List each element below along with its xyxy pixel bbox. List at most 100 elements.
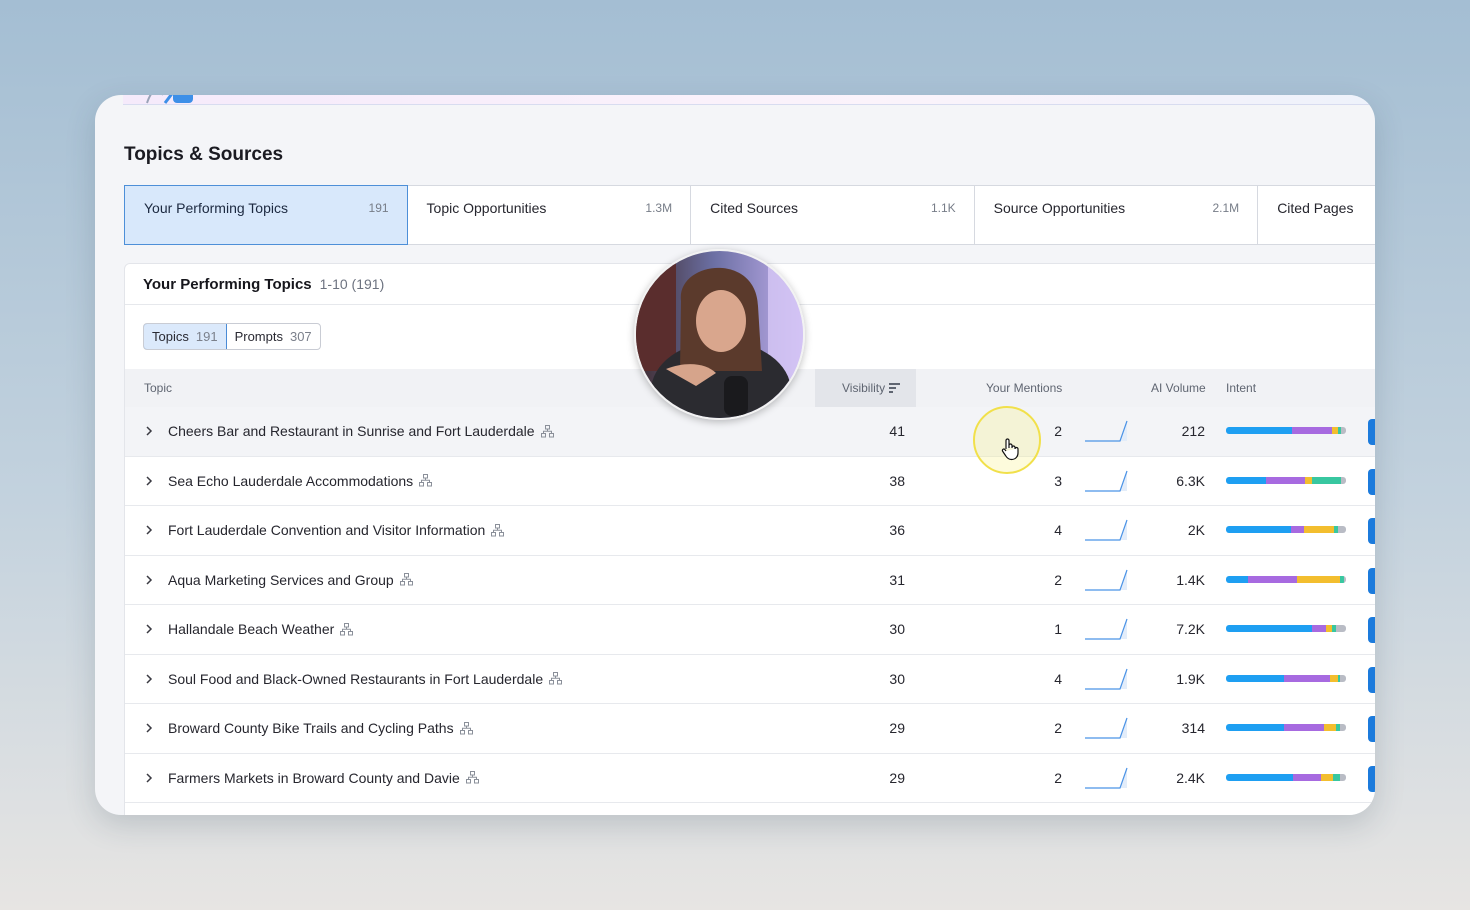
row-action-button[interactable]	[1368, 716, 1375, 742]
chevron-right-icon[interactable]	[144, 523, 154, 537]
topic-cell: Sea Echo Lauderdale Accommodations	[168, 473, 433, 489]
table-row[interactable]: Broward County Bike Trails and Cycling P…	[125, 704, 1375, 754]
column-your-mentions[interactable]: Your Mentions	[986, 381, 1062, 395]
intent-segment-other	[1337, 526, 1346, 533]
column-topic[interactable]: Topic	[144, 381, 172, 395]
main-card: Topics & Sources Your Performing Topics …	[95, 95, 1375, 815]
intent-segment-other	[1339, 773, 1346, 781]
column-visibility[interactable]: Visibility	[842, 381, 901, 395]
subtopic-tree-icon[interactable]	[491, 523, 505, 537]
intent-segment-informational	[1226, 526, 1291, 533]
row-action-button[interactable]	[1368, 419, 1375, 445]
intent-segment-other	[1343, 575, 1346, 583]
chevron-right-icon[interactable]	[144, 672, 154, 686]
intent-bar	[1226, 674, 1346, 682]
subtopic-tree-icon[interactable]	[465, 771, 479, 784]
intent-segment-navigational	[1247, 575, 1297, 583]
topic-name[interactable]: Aqua Marketing Services and Group	[168, 572, 394, 588]
column-visibility-label: Visibility	[842, 381, 886, 395]
topics-toggle[interactable]: Topics 191	[143, 324, 227, 349]
table-row[interactable]: Sea Echo Lauderdale Accommodations 38 3 …	[125, 457, 1375, 506]
visibility-value: 30	[889, 670, 905, 687]
intent-segment-navigational	[1312, 625, 1326, 632]
intent-segment-informational	[1226, 427, 1292, 434]
ai-volume-value: 7.2K	[1176, 621, 1205, 637]
row-action-button[interactable]	[1368, 468, 1375, 495]
chevron-right-icon[interactable]	[144, 573, 154, 587]
chevron-right-icon[interactable]	[144, 771, 154, 785]
tab-count: 2.1M	[1212, 201, 1240, 215]
subtopic-tree-icon[interactable]	[399, 573, 413, 586]
header-strip	[123, 95, 1375, 105]
topic-name[interactable]: Hallandale Beach Weather	[168, 621, 334, 637]
intent-bar	[1226, 526, 1346, 533]
topic-name[interactable]: Farmers Markets in Broward County and Da…	[168, 770, 460, 786]
chevron-right-icon[interactable]	[144, 424, 154, 438]
result-range: 1-10 (191)	[319, 276, 385, 292]
topic-name[interactable]: Fort Lauderdale Convention and Visitor I…	[168, 522, 485, 538]
prompts-toggle[interactable]: Prompts 307	[227, 324, 320, 349]
subtopic-tree-icon[interactable]	[340, 622, 354, 636]
ai-volume-value: 6.3K	[1176, 472, 1205, 489]
sort-icon	[889, 383, 901, 393]
intent-bar	[1226, 575, 1346, 583]
ai-volume-value: 1.9K	[1176, 670, 1205, 687]
subtopic-tree-icon[interactable]	[540, 424, 554, 438]
chevron-right-icon[interactable]	[144, 721, 154, 735]
intent-segment-informational	[1226, 625, 1313, 632]
chevron-right-icon[interactable]	[144, 622, 154, 636]
table-row[interactable]: Farmers Markets in Broward County and Da…	[125, 754, 1375, 803]
tab-count: 1.1K	[930, 201, 956, 215]
intent-bar	[1226, 625, 1346, 632]
table-row[interactable]: Aqua Marketing Services and Group 31 2 1…	[125, 556, 1375, 605]
toggle-label: Prompts	[234, 329, 283, 344]
ai-volume-value: 1.4K	[1176, 571, 1205, 588]
column-ai-volume[interactable]: AI Volume	[1151, 381, 1206, 395]
row-action-button[interactable]	[1368, 666, 1375, 693]
tab-label: Topic Opportunities	[426, 200, 547, 216]
toggle-count: 307	[289, 329, 312, 344]
visibility-value: 31	[889, 571, 905, 588]
mentions-value: 2	[1054, 720, 1062, 736]
intent-segment-other	[1341, 476, 1346, 484]
presenter-video-icon	[636, 251, 803, 418]
tab-your-performing-topics[interactable]: Your Performing Topics 191	[124, 185, 408, 245]
table-row[interactable]: Soul Food and Black-Owned Restaurants in…	[125, 655, 1375, 704]
tab-topic-opportunities[interactable]: Topic Opportunities 1.3M	[407, 185, 692, 245]
tab-bar: Your Performing Topics 191 Topic Opportu…	[124, 185, 1375, 245]
webcam-overlay	[634, 249, 805, 420]
intent-segment-commercial	[1320, 773, 1333, 781]
toggle-label: Topics	[152, 329, 189, 344]
table-row[interactable]: Hallandale Beach Weather 30 1 7.2K	[125, 605, 1375, 655]
intent-segment-informational	[1226, 575, 1248, 583]
subtopic-tree-icon[interactable]	[419, 474, 433, 487]
topic-cell: Broward County Bike Trails and Cycling P…	[168, 720, 473, 736]
topic-cell: Soul Food and Black-Owned Restaurants in…	[168, 671, 563, 687]
tab-cited-pages[interactable]: Cited Pages	[1258, 185, 1375, 245]
column-intent[interactable]: Intent	[1226, 381, 1256, 395]
topic-name[interactable]: Cheers Bar and Restaurant in Sunrise and…	[168, 423, 535, 439]
intent-segment-other	[1339, 674, 1346, 682]
table-row[interactable]: Fort Lauderdale Convention and Visitor I…	[125, 506, 1375, 556]
row-action-button[interactable]	[1368, 765, 1375, 792]
intent-segment-navigational	[1283, 674, 1331, 682]
tab-count: 1.3M	[645, 201, 673, 215]
topic-name[interactable]: Soul Food and Black-Owned Restaurants in…	[168, 671, 543, 687]
intent-segment-navigational	[1293, 773, 1321, 781]
row-action-button[interactable]	[1368, 617, 1375, 643]
chevron-right-icon[interactable]	[144, 474, 154, 488]
tab-cited-sources[interactable]: Cited Sources 1.1K	[691, 185, 975, 245]
subtopic-tree-icon[interactable]	[549, 672, 563, 685]
table-row[interactable]: Cheers Bar and Restaurant in Sunrise and…	[125, 407, 1375, 457]
topic-cell: Farmers Markets in Broward County and Da…	[168, 770, 479, 786]
subtopic-tree-icon[interactable]	[459, 721, 473, 735]
row-action-button[interactable]	[1368, 518, 1375, 544]
topic-name[interactable]: Sea Echo Lauderdale Accommodations	[168, 473, 413, 489]
row-action-button[interactable]	[1368, 567, 1375, 594]
tab-label: Your Performing Topics	[144, 200, 288, 216]
mentions-value: 1	[1054, 621, 1062, 637]
topic-name[interactable]: Broward County Bike Trails and Cycling P…	[168, 720, 454, 736]
tab-source-opportunities[interactable]: Source Opportunities 2.1M	[974, 185, 1259, 245]
intent-bar	[1226, 773, 1346, 781]
visibility-value: 29	[889, 720, 905, 736]
